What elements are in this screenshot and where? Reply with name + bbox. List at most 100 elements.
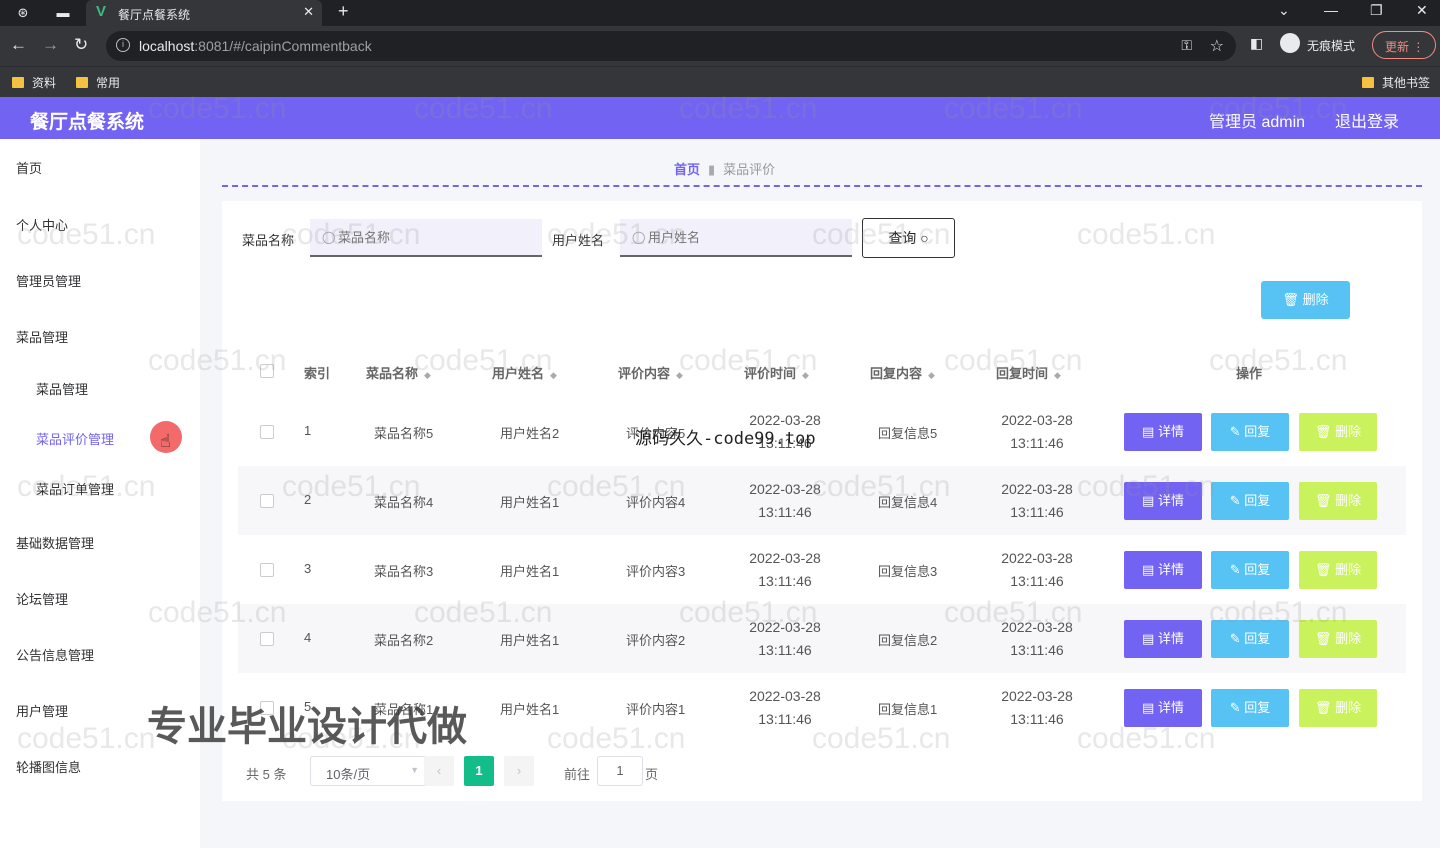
- key-icon[interactable]: ⚿: [1181, 37, 1192, 54]
- delete-button[interactable]: 🗑 删除: [1299, 482, 1377, 520]
- restore-icon[interactable]: ❐: [1370, 2, 1383, 19]
- edit-icon: ✎: [1229, 631, 1241, 646]
- detail-button[interactable]: ▤ 详情: [1124, 620, 1202, 658]
- sidebar-item-carousel[interactable]: 轮播图信息: [16, 757, 81, 776]
- update-button[interactable]: 更新 ⋮: [1372, 31, 1436, 59]
- column-header-dish[interactable]: 菜品名称 ◆: [366, 363, 431, 382]
- column-header-user[interactable]: 用户姓名 ◆: [492, 363, 557, 382]
- browser-tab[interactable]: V 餐厅点餐系统 ✕: [86, 0, 322, 26]
- reply-button[interactable]: ✎ 回复: [1211, 689, 1289, 727]
- column-header-comment[interactable]: 评价内容 ◆: [618, 363, 683, 382]
- sidebar-item-base-data[interactable]: 基础数据管理: [16, 533, 94, 552]
- column-header-label: 评价时间: [744, 366, 797, 381]
- logout-link[interactable]: 退出登录: [1335, 108, 1399, 132]
- page-number-current[interactable]: 1: [464, 756, 494, 786]
- column-header-label: 回复内容: [870, 366, 923, 381]
- reload-icon[interactable]: ↻: [74, 35, 88, 55]
- sidebar-item-dish-group[interactable]: 菜品管理: [16, 327, 68, 346]
- reply-button[interactable]: ✎ 回复: [1211, 413, 1289, 451]
- query-button[interactable]: 查询 ○: [862, 218, 955, 258]
- sidebar-item-profile[interactable]: 个人中心: [16, 215, 68, 234]
- sidebar-item-dish-reviews[interactable]: 菜品评价管理: [36, 429, 114, 448]
- other-bookmarks[interactable]: 其他书签: [1362, 74, 1430, 91]
- detail-button[interactable]: ▤ 详情: [1124, 689, 1202, 727]
- table-header: 索引 菜品名称 ◆ 用户姓名 ◆ 评价内容 ◆ 评价时间 ◆ 回复内容 ◆ 回复时间 ◆ 操…: [238, 351, 1406, 391]
- info-icon[interactable]: i: [116, 38, 130, 52]
- sort-icon[interactable]: ◆: [928, 370, 935, 380]
- row-checkbox[interactable]: [260, 425, 274, 439]
- folder-icon: [12, 77, 24, 88]
- new-tab-icon[interactable]: +: [338, 1, 349, 22]
- delete-button[interactable]: 🗑 删除: [1299, 413, 1377, 451]
- url-field[interactable]: i localhost:8081/#/caipinCommentback ⚿ ☆: [106, 31, 1236, 61]
- column-header-reply-time[interactable]: 回复时间 ◆: [996, 363, 1061, 382]
- sort-icon[interactable]: ◆: [676, 370, 683, 380]
- cell-reply: 回复信息1: [878, 702, 938, 717]
- forward-icon[interactable]: →: [42, 35, 59, 55]
- bookmark-folder[interactable]: 常用: [76, 74, 120, 91]
- select-all-checkbox[interactable]: [260, 364, 274, 378]
- row-checkbox[interactable]: [260, 632, 274, 646]
- row-checkbox[interactable]: [260, 563, 274, 577]
- prev-page-button[interactable]: ‹: [424, 756, 454, 786]
- detail-button[interactable]: ▤ 详情: [1124, 551, 1202, 589]
- sort-icon[interactable]: ◆: [550, 370, 557, 380]
- tab-search-icon[interactable]: ⌄: [1278, 2, 1290, 19]
- cell-reply: 回复信息4: [878, 495, 938, 510]
- browser-menu-icon[interactable]: ⊛: [14, 4, 32, 22]
- close-tab-icon[interactable]: ✕: [303, 4, 314, 20]
- cell-user: 用户姓名1: [500, 633, 560, 648]
- breadcrumb-home[interactable]: 首页: [674, 162, 700, 177]
- bookmark-star-icon[interactable]: ☆: [1210, 36, 1224, 56]
- minimize-icon[interactable]: —: [1324, 2, 1338, 18]
- sidebar-item-admins[interactable]: 管理员管理: [16, 271, 81, 290]
- batch-delete-button[interactable]: 🗑 删除: [1261, 281, 1350, 319]
- folder-icon: [76, 77, 88, 88]
- row-checkbox[interactable]: [260, 494, 274, 508]
- sort-icon[interactable]: ◆: [802, 370, 809, 380]
- cell-time: 2022-03-28 13:11:46: [749, 550, 821, 589]
- column-header-time[interactable]: 评价时间 ◆: [744, 363, 809, 382]
- sort-icon[interactable]: ◆: [424, 370, 431, 380]
- delete-button[interactable]: 🗑 删除: [1299, 551, 1377, 589]
- detail-button[interactable]: ▤ 详情: [1124, 482, 1202, 520]
- app-title: 餐厅点餐系统: [30, 112, 145, 133]
- delete-button[interactable]: 🗑 删除: [1299, 620, 1377, 658]
- dish-name-input[interactable]: [310, 219, 542, 257]
- detail-label: 详情: [1157, 562, 1184, 577]
- reply-button[interactable]: ✎ 回复: [1211, 551, 1289, 589]
- cell-comment: 评价内容3: [626, 564, 686, 579]
- search-icon: ◯: [322, 230, 336, 244]
- user-name-input[interactable]: [620, 219, 852, 257]
- page-size-select[interactable]: 10条/页 ▼: [310, 756, 430, 786]
- window-icon[interactable]: ▬: [54, 4, 72, 22]
- close-window-icon[interactable]: ✕: [1416, 2, 1428, 19]
- search-icon: ◯: [632, 230, 646, 244]
- next-page-button[interactable]: ›: [504, 756, 534, 786]
- bookmark-label: 常用: [96, 76, 121, 90]
- table-row: 3 菜品名称3 用户姓名1 评价内容3 2022-03-28 13:11:46 …: [238, 535, 1406, 604]
- cell-user: 用户姓名1: [500, 495, 560, 510]
- cell-comment: 评价内容2: [626, 633, 686, 648]
- reply-button[interactable]: ✎ 回复: [1211, 620, 1289, 658]
- sidebar-item-dish-orders[interactable]: 菜品订单管理: [36, 479, 114, 498]
- sort-icon[interactable]: ◆: [1054, 370, 1061, 380]
- sidebar-item-notices[interactable]: 公告信息管理: [16, 645, 94, 664]
- sidebar-item-home[interactable]: 首页: [16, 158, 42, 177]
- sidebar-item-forum[interactable]: 论坛管理: [16, 589, 68, 608]
- back-icon[interactable]: ←: [10, 35, 27, 55]
- cell-index: 4: [304, 630, 312, 645]
- sidebar-toggle-icon[interactable]: ◧: [1250, 35, 1263, 52]
- goto-page-input[interactable]: 1: [597, 756, 643, 786]
- detail-button[interactable]: ▤ 详情: [1124, 413, 1202, 451]
- delete-button[interactable]: 🗑 删除: [1299, 689, 1377, 727]
- document-icon: ▤: [1142, 700, 1155, 715]
- trash-icon: 🗑: [1314, 631, 1332, 646]
- cell-dish: 菜品名称4: [374, 495, 434, 510]
- reply-button[interactable]: ✎ 回复: [1211, 482, 1289, 520]
- column-header-reply[interactable]: 回复内容 ◆: [870, 363, 935, 382]
- bookmark-folder[interactable]: 资料: [12, 74, 56, 91]
- sidebar-item-dishes[interactable]: 菜品管理: [36, 379, 88, 398]
- cell-index: 3: [304, 561, 312, 576]
- sidebar-item-users[interactable]: 用户管理: [16, 701, 68, 720]
